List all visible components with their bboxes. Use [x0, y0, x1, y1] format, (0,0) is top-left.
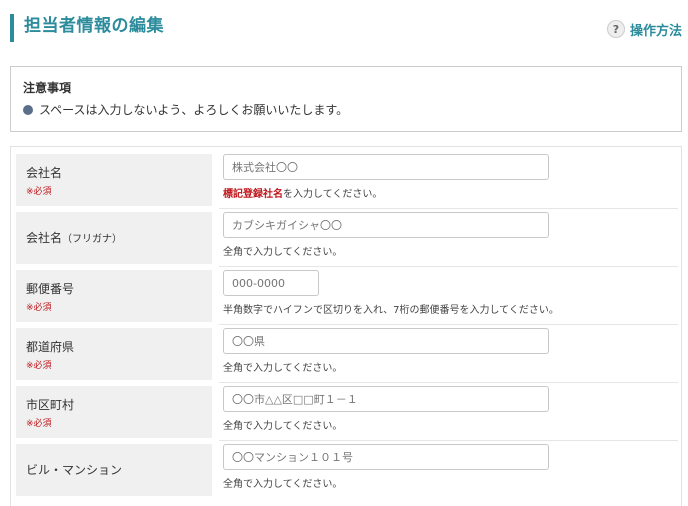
- required-mark: ※必須: [26, 187, 52, 197]
- company-kana-label: 会社名（フリガナ）: [26, 229, 122, 246]
- company-kana-label-main: 会社名: [26, 231, 63, 245]
- prefecture-input[interactable]: [223, 328, 549, 354]
- label-cell: 都道府県 ※必須: [16, 328, 212, 380]
- question-circle-icon: ?: [606, 20, 625, 38]
- company-kana-label-suffix: （フリガナ）: [62, 234, 123, 245]
- building-input[interactable]: [223, 444, 549, 470]
- postal-label: 郵便番号: [26, 282, 75, 296]
- row-divider: [219, 208, 678, 209]
- form-row-prefecture: 都道府県 ※必須 全角で入力してください。: [16, 328, 678, 383]
- required-mark: ※必須: [26, 419, 52, 429]
- company-kana-help: 全角で入力してください。: [223, 247, 343, 258]
- company-help-rest: を入力してください。: [283, 189, 383, 200]
- label-cell: 郵便番号 ※必須: [16, 270, 212, 322]
- notice-box: 注意事項 スペースは入力しないよう、よろしくお願いいたします。: [10, 66, 682, 132]
- company-kana-input[interactable]: [223, 212, 549, 238]
- help-link[interactable]: ? 操作方法: [606, 18, 682, 40]
- label-cell: ビル・マンション: [16, 444, 212, 496]
- company-label: 会社名: [26, 166, 63, 180]
- form-row-city: 市区町村 ※必須 全角で入力してください。: [16, 386, 678, 441]
- building-help: 全角で入力してください。: [223, 479, 343, 490]
- row-divider: [219, 266, 678, 267]
- prefecture-help: 全角で入力してください。: [223, 363, 343, 374]
- form-row-building: ビル・マンション 全角で入力してください。: [16, 444, 678, 496]
- page-header: 担当者情報の編集 ? 操作方法: [10, 12, 682, 44]
- row-divider: [219, 324, 678, 325]
- required-mark: ※必須: [26, 303, 52, 313]
- help-link-label: 操作方法: [629, 23, 682, 39]
- title-accent-bar: [10, 14, 14, 42]
- contact-form: 会社名 ※必須 標記登録社名を入力してください。 会社名（フリガナ） 全角で入力…: [10, 146, 682, 506]
- company-input[interactable]: [223, 154, 549, 180]
- building-label: ビル・マンション: [26, 463, 123, 477]
- postal-code-input[interactable]: [223, 270, 319, 296]
- form-row-company-kana: 会社名（フリガナ） 全角で入力してください。: [16, 212, 678, 267]
- bullet-icon: [23, 104, 33, 115]
- notice-item: スペースは入力しないよう、よろしくお願いいたします。: [23, 101, 348, 118]
- prefecture-label: 都道府県: [26, 340, 75, 354]
- label-cell: 会社名（フリガナ）: [16, 212, 212, 264]
- company-help-emph: 標記登録社名: [223, 189, 283, 200]
- company-help: 標記登録社名を入力してください。: [223, 185, 382, 200]
- row-divider: [219, 440, 678, 441]
- city-help: 全角で入力してください。: [223, 421, 343, 432]
- notice-item-text: スペースは入力しないよう、よろしくお願いいたします。: [39, 103, 349, 117]
- label-cell: 会社名 ※必須: [16, 154, 212, 206]
- postal-help: 半角数字でハイフンで区切りを入れ、7桁の郵便番号を入力してください。: [223, 305, 559, 316]
- form-row-postal: 郵便番号 ※必須 半角数字でハイフンで区切りを入れ、7桁の郵便番号を入力してくだ…: [16, 270, 678, 325]
- notice-title: 注意事項: [23, 81, 72, 95]
- label-cell: 市区町村 ※必須: [16, 386, 212, 438]
- page-title: 担当者情報の編集: [24, 16, 164, 36]
- city-label: 市区町村: [26, 398, 75, 412]
- row-divider: [219, 382, 678, 383]
- required-mark: ※必須: [26, 361, 52, 371]
- city-input[interactable]: [223, 386, 549, 412]
- form-row-company: 会社名 ※必須 標記登録社名を入力してください。: [16, 154, 678, 209]
